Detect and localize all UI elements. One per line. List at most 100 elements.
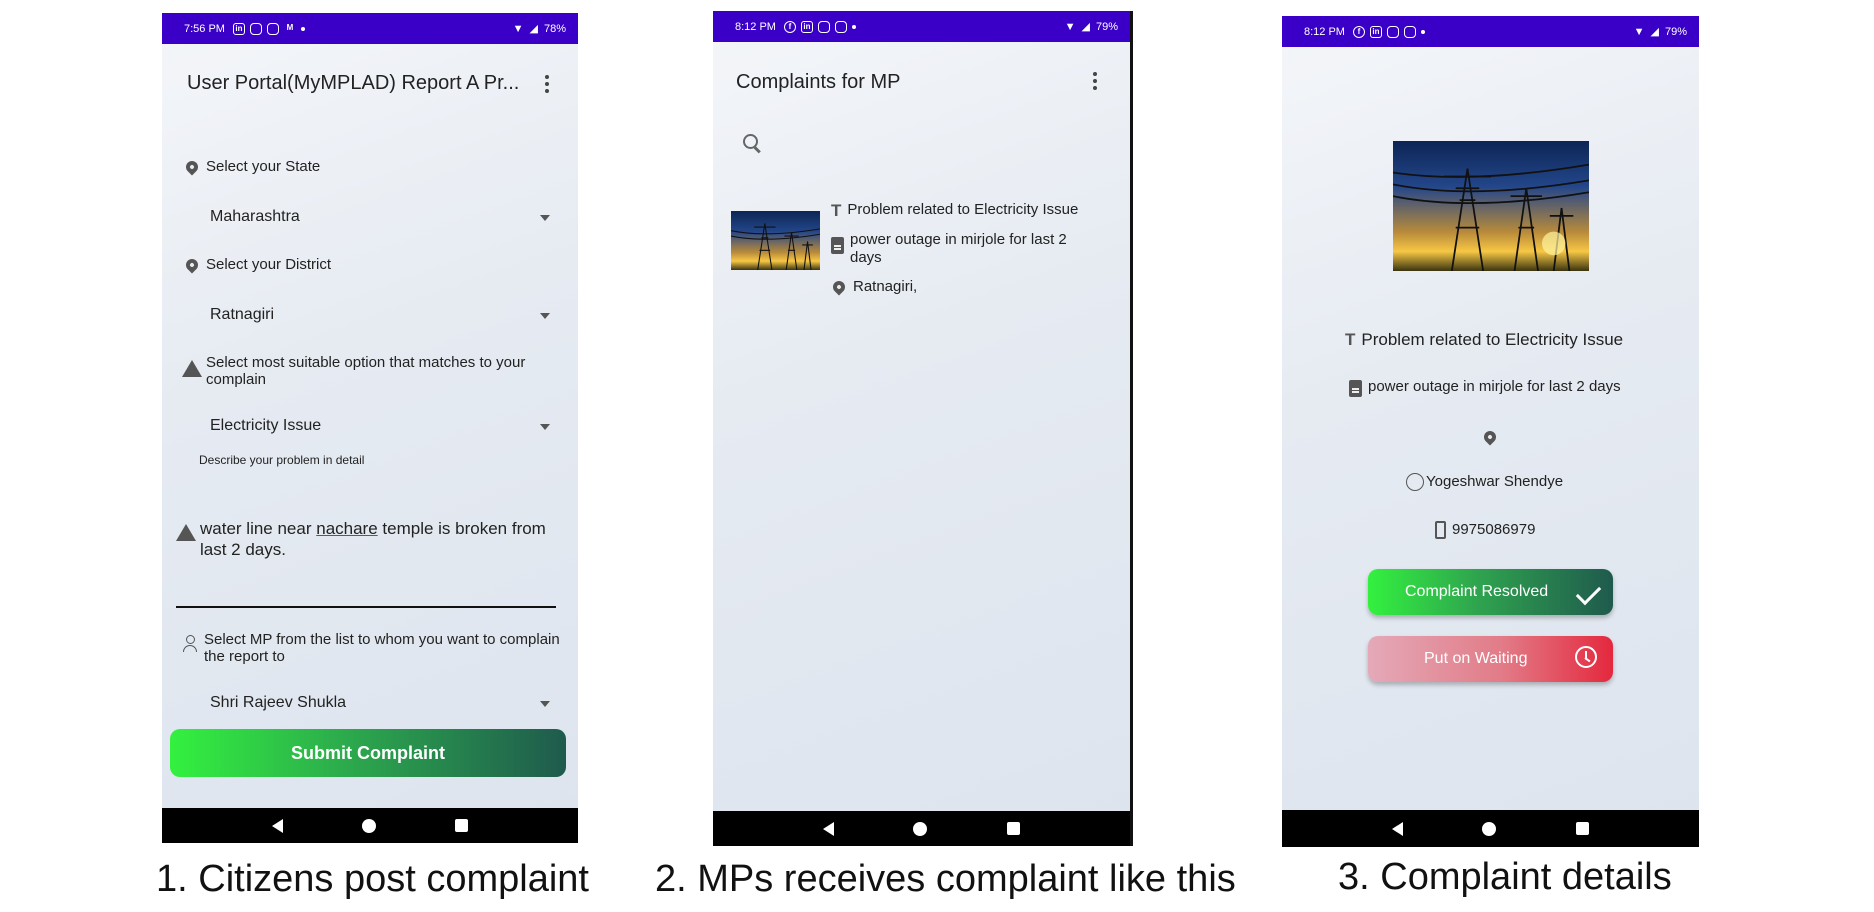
instagram-icon <box>1403 25 1416 38</box>
person-icon <box>182 635 198 653</box>
battery-level: 78% <box>543 22 566 35</box>
caption-details: 3. Complaint details <box>1338 856 1672 898</box>
back-icon[interactable] <box>822 821 834 836</box>
issue-label: Select most suitable option that matches… <box>206 354 526 388</box>
mp-label-row: Select MP from the list to whom you want… <box>182 631 562 665</box>
back-icon[interactable] <box>271 818 283 833</box>
status-right: ▼ ◢ 79% <box>1065 20 1118 34</box>
status-time: 8:12 PM <box>1304 25 1345 38</box>
power-tower-image <box>1393 163 1589 271</box>
home-icon[interactable] <box>913 821 928 836</box>
district-dropdown[interactable]: Ratnagiri <box>210 306 550 324</box>
issue-value: Electricity Issue <box>210 417 322 434</box>
description-field[interactable]: water line near nachare temple is broken… <box>176 518 556 608</box>
detail-description: power outage in mirjole for last 2 days <box>1368 378 1621 395</box>
facebook-icon: f <box>1352 25 1365 38</box>
battery-level: 79% <box>1664 25 1687 38</box>
page-title: Complaints for MP <box>736 71 901 93</box>
mp-label: Select MP from the list to whom you want… <box>204 631 560 665</box>
issue-label-row: Select most suitable option that matches… <box>182 354 562 388</box>
wifi-icon: ▼ <box>512 22 524 35</box>
home-icon[interactable] <box>1482 821 1497 836</box>
location-pin-icon <box>183 158 201 176</box>
clock-icon <box>1575 646 1597 668</box>
title-icon: T <box>1345 330 1356 349</box>
status-bar: 7:56 PM in M ▼ ◢ 78% <box>162 13 578 44</box>
more-notifications-dot <box>300 26 305 31</box>
linkedin-icon: in <box>232 22 245 35</box>
detail-title-row: T Problem related to Electricity Issue <box>1345 330 1623 350</box>
phone-icon <box>1435 521 1446 539</box>
district-value: Ratnagiri <box>210 306 275 323</box>
complaint-image <box>1393 141 1589 271</box>
screen-background <box>713 11 1130 846</box>
district-label: Select your District <box>206 256 332 273</box>
state-label-row: Select your State <box>183 158 320 176</box>
document-icon <box>831 237 844 254</box>
item-title: Problem related to Electricity Issue <box>847 201 1079 218</box>
signal-icon: ◢ <box>529 23 538 35</box>
back-icon[interactable] <box>1391 821 1403 836</box>
state-dropdown[interactable]: Maharashtra <box>210 208 550 226</box>
complaint-list-item[interactable]: T Problem related to Electricity Issue p… <box>731 191 1121 311</box>
item-location: Ratnagiri, <box>853 278 918 295</box>
detail-name-row: Yogeshwar Shendye <box>1406 473 1563 491</box>
location-pin-icon <box>183 256 201 274</box>
home-icon[interactable] <box>361 818 376 833</box>
caption-citizens: 1. Citizens post complaint <box>156 858 589 900</box>
chevron-down-icon <box>540 215 550 221</box>
description-text: water line near nachare temple is broken… <box>200 519 546 559</box>
mp-dropdown[interactable]: Shri Rajeev Shukla <box>210 694 550 712</box>
nav-bar <box>713 811 1130 846</box>
complaint-thumbnail <box>731 211 820 270</box>
chevron-down-icon <box>540 313 550 319</box>
phone-citizen-report: 7:56 PM in M ▼ ◢ 78% User Portal(MyMPLAD… <box>162 13 578 843</box>
document-icon <box>1349 380 1362 397</box>
item-description: power outage in mirjole for last 2 days <box>850 231 1067 266</box>
phone-mp-complaints: 8:12 PM f in ▼ ◢ 79% Complaints for MP T… <box>713 11 1133 846</box>
title-icon: T <box>831 201 842 220</box>
recent-apps-icon[interactable] <box>1576 822 1590 835</box>
wifi-icon: ▼ <box>1633 25 1645 38</box>
linkedin-icon: in <box>1369 25 1382 38</box>
complaint-resolved-button[interactable]: Complaint Resolved <box>1368 569 1613 615</box>
location-pin-icon <box>830 278 848 296</box>
detail-name: Yogeshwar Shendye <box>1426 473 1564 490</box>
recent-apps-icon[interactable] <box>1007 822 1021 835</box>
more-options-icon[interactable] <box>1093 72 1097 93</box>
more-notifications-dot <box>851 24 856 29</box>
item-title-row: T Problem related to Electricity Issue <box>831 201 1078 221</box>
status-right: ▼ ◢ 79% <box>1633 25 1687 39</box>
instagram-icon <box>266 22 279 35</box>
check-icon <box>1575 579 1602 606</box>
phone-complaint-details: 8:12 PM f in ▼ ◢ 79% T Problem related t <box>1282 16 1699 847</box>
describe-label: Describe your problem in detail <box>199 453 365 467</box>
facebook-icon: f <box>783 20 796 33</box>
item-description-row: power outage in mirjole for last 2 days <box>831 231 1101 267</box>
detail-phone: 9975086979 <box>1452 521 1536 538</box>
status-time: 8:12 PM <box>735 20 776 33</box>
district-label-row: Select your District <box>183 256 332 274</box>
put-on-waiting-button[interactable]: Put on Waiting <box>1368 636 1613 682</box>
nav-bar <box>1282 810 1699 847</box>
gmail-icon: M <box>286 22 294 32</box>
chevron-down-icon <box>540 701 550 707</box>
linkedin-icon: in <box>800 20 813 33</box>
status-time: 7:56 PM <box>184 22 225 35</box>
issue-dropdown[interactable]: Electricity Issue <box>210 417 550 435</box>
warning-icon <box>182 360 202 377</box>
state-value: Maharashtra <box>210 208 300 225</box>
status-right: ▼ ◢ 78% <box>512 22 566 36</box>
put-on-waiting-label: Put on Waiting <box>1424 650 1528 667</box>
more-options-icon[interactable] <box>545 75 549 96</box>
submit-complaint-button[interactable]: Submit Complaint <box>170 729 566 777</box>
notification-icons: in M <box>232 22 305 35</box>
notification-icons: f in <box>1352 25 1425 38</box>
recent-apps-icon[interactable] <box>455 819 469 832</box>
instagram-icon <box>1386 25 1399 38</box>
caption-mps: 2. MPs receives complaint like this <box>655 858 1236 900</box>
chevron-down-icon <box>540 424 550 430</box>
status-bar: 8:12 PM f in ▼ ◢ 79% <box>1282 16 1699 47</box>
detail-title: Problem related to Electricity Issue <box>1361 330 1624 349</box>
search-icon[interactable] <box>743 134 763 154</box>
